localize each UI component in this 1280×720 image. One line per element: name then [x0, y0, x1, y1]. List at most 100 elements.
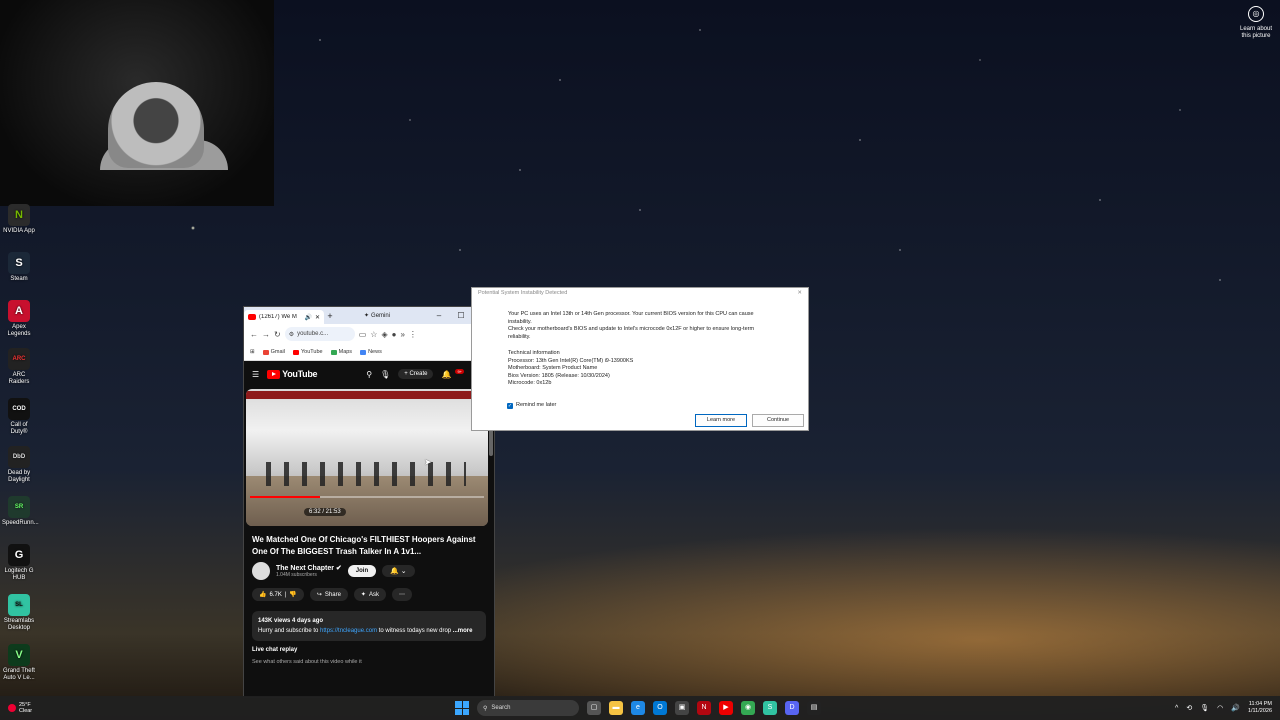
desktop-icon-streamlabs[interactable]: SL Streamlabs Desktop [2, 594, 36, 632]
verified-icon: ✔ [335, 565, 342, 572]
more-extensions-icon[interactable]: » [400, 330, 404, 339]
tab-youtube[interactable]: (12617) We M 🔊 ✕ [244, 310, 324, 324]
task-view-icon[interactable]: ▢ [587, 701, 601, 715]
apex-icon: A [8, 300, 30, 322]
progress-fill [250, 496, 321, 498]
desktop-icon-logitech[interactable]: G Logitech G HUB [2, 544, 36, 582]
remind-later-checkbox[interactable]: ✓ Remind me later [507, 402, 556, 410]
like-button[interactable]: 👍 6.7K | 👎 [252, 588, 304, 601]
views-date: 143K views 4 days ago [258, 618, 324, 624]
bookmark-star-icon[interactable]: ☆ [370, 330, 377, 339]
volume-icon[interactable]: 🔊 [1231, 704, 1240, 712]
desktop-icon-apex[interactable]: A Apex Legends [2, 300, 36, 338]
reload-icon[interactable]: ↻ [274, 330, 281, 339]
more-actions-button[interactable]: ⋯ [391, 588, 412, 601]
more-link[interactable]: ...more [451, 628, 473, 634]
icon-label: Daylight [8, 477, 30, 483]
bookmark-news[interactable]: News [360, 349, 382, 355]
chrome-icon[interactable]: ◉ [741, 701, 755, 715]
video-player[interactable]: 6:32 / 21:53 ➤ [246, 389, 488, 526]
youtube-logo-text: YouTube [282, 369, 318, 379]
weather-widget[interactable]: 25°F Clear [8, 702, 32, 714]
create-button[interactable]: + Create [398, 369, 434, 379]
apps-grid-icon[interactable]: ⊞ [250, 349, 255, 355]
mouse-cursor-icon: ➤ [424, 457, 432, 467]
desktop-icon-gta-v[interactable]: V Grand Theft Auto V Le... [2, 644, 36, 682]
app-icon[interactable]: ▣ [675, 701, 689, 715]
netflix-icon[interactable]: N [697, 701, 711, 715]
search-icon[interactable]: ⚲ [366, 370, 372, 379]
learn-about-picture[interactable]: ◎ Learn about this picture [1236, 6, 1276, 40]
action-row: 👍 6.7K | 👎 ↪ Share ✦ Ask ⋯ [244, 584, 494, 605]
dialog-title-bar: Potential System Instability Detected ✕ [472, 288, 808, 301]
maximize-icon[interactable]: ☐ [450, 311, 472, 320]
file-explorer-icon[interactable]: ▬ [609, 701, 623, 715]
windows-logo-tile [462, 701, 469, 708]
gemini-button[interactable]: ✦ Gemini [364, 312, 391, 320]
desktop-icon-dead-by-daylight[interactable]: DbD Dead by Daylight [2, 446, 36, 484]
tech-info-heading: Technical information [508, 350, 560, 356]
continue-button[interactable]: Continue [752, 414, 804, 427]
wifi-icon[interactable]: ◠ [1217, 704, 1223, 712]
video-progress-bar[interactable] [250, 496, 484, 498]
outlook-icon[interactable]: O [653, 701, 667, 715]
youtube-header: ☰ YouTube ⚲ 🎙 + Create 🔔 9+ [244, 361, 494, 387]
description-link[interactable]: https://tncleague.com [320, 628, 377, 634]
youtube-logo[interactable]: YouTube [267, 369, 318, 379]
youtube-icon[interactable]: ▶ [719, 701, 733, 715]
terminal-icon[interactable]: ▤ [807, 701, 821, 715]
microphone-icon[interactable]: 🎙 [1200, 704, 1209, 712]
chevron-up-icon[interactable]: ^ [1175, 705, 1178, 712]
ask-button[interactable]: ✦ Ask [353, 588, 386, 601]
minimize-icon[interactable]: – [428, 311, 450, 320]
channel-avatar[interactable] [252, 562, 270, 580]
extension-icon[interactable]: ◈ [381, 330, 387, 339]
start-button[interactable] [455, 701, 469, 715]
bookmark-youtube[interactable]: YouTube [292, 349, 323, 355]
desktop-icon-steam[interactable]: S Steam [2, 252, 36, 283]
description-box[interactable]: 143K views 4 days ago Hurry and subscrib… [252, 611, 486, 641]
webcam-person [108, 82, 204, 168]
taskbar-search[interactable]: ⚲ Search [477, 700, 579, 716]
join-button[interactable]: Join [347, 565, 377, 577]
new-tab-button[interactable]: + [324, 311, 336, 321]
thumbs-down-icon[interactable]: 👎 [289, 591, 296, 598]
channel-name[interactable]: The Next Chapter ✔ [276, 564, 342, 572]
desktop-icon-speedrunners[interactable]: SR SpeedRunn... [2, 496, 39, 527]
gemini-label: Gemini [371, 312, 391, 319]
site-info-icon[interactable]: ⚙ [289, 331, 294, 338]
discord-icon[interactable]: D [785, 701, 799, 715]
bookmark-maps[interactable]: Maps [330, 349, 352, 355]
network-icon[interactable]: ⟲ [1186, 704, 1192, 712]
desktop-icon-arc-raiders[interactable]: ARC ARC Raiders [2, 348, 36, 386]
description-text: Hurry and subscribe to https://tncleague… [258, 626, 480, 636]
edge-icon[interactable]: e [631, 701, 645, 715]
notifications-bell-icon[interactable]: 🔔 [441, 370, 451, 379]
cast-icon[interactable]: ▭ [359, 330, 367, 339]
address-bar[interactable]: ⚙ youtube.c... [284, 327, 355, 341]
desktop-icon-nvidia[interactable]: N NVIDIA App [2, 204, 36, 235]
weather-alert-icon [8, 704, 16, 712]
menu-icon[interactable]: ⋮ [409, 330, 417, 339]
microphone-icon[interactable]: 🎙 [380, 370, 390, 379]
subscribed-bell-button[interactable]: 🔔 ⌄ [382, 565, 415, 577]
learn-more-button[interactable]: Learn more [695, 414, 747, 427]
forward-icon[interactable]: → [262, 330, 270, 339]
tab-close-icon[interactable]: ✕ [315, 314, 320, 321]
video-time: 6:32 / 21:53 [304, 508, 346, 516]
bookmark-gmail[interactable]: Gmail [262, 349, 285, 355]
steam-icon: S [8, 252, 30, 274]
profile-icon[interactable]: ● [392, 330, 397, 339]
clock[interactable]: 11:04 PM 1/11/2026 [1248, 701, 1272, 715]
back-icon[interactable]: ← [250, 330, 258, 339]
gemini-icon: ✦ [364, 313, 370, 319]
live-chat-replay[interactable]: Live chat replay See what others said ab… [252, 647, 486, 665]
hamburger-menu-icon[interactable]: ☰ [252, 370, 259, 379]
dialog-close-icon[interactable]: ✕ [797, 290, 802, 299]
channel-row: The Next Chapter ✔ 1.04M subscribers Joi… [244, 558, 494, 584]
description-prefix: Hurry and subscribe to [258, 628, 321, 634]
desktop-icon-call-of-duty[interactable]: COD Call of Duty® [2, 398, 36, 436]
streamlabs-icon[interactable]: S [763, 701, 777, 715]
share-button[interactable]: ↪ Share [309, 588, 348, 601]
speaker-icon[interactable]: 🔊 [304, 314, 311, 321]
